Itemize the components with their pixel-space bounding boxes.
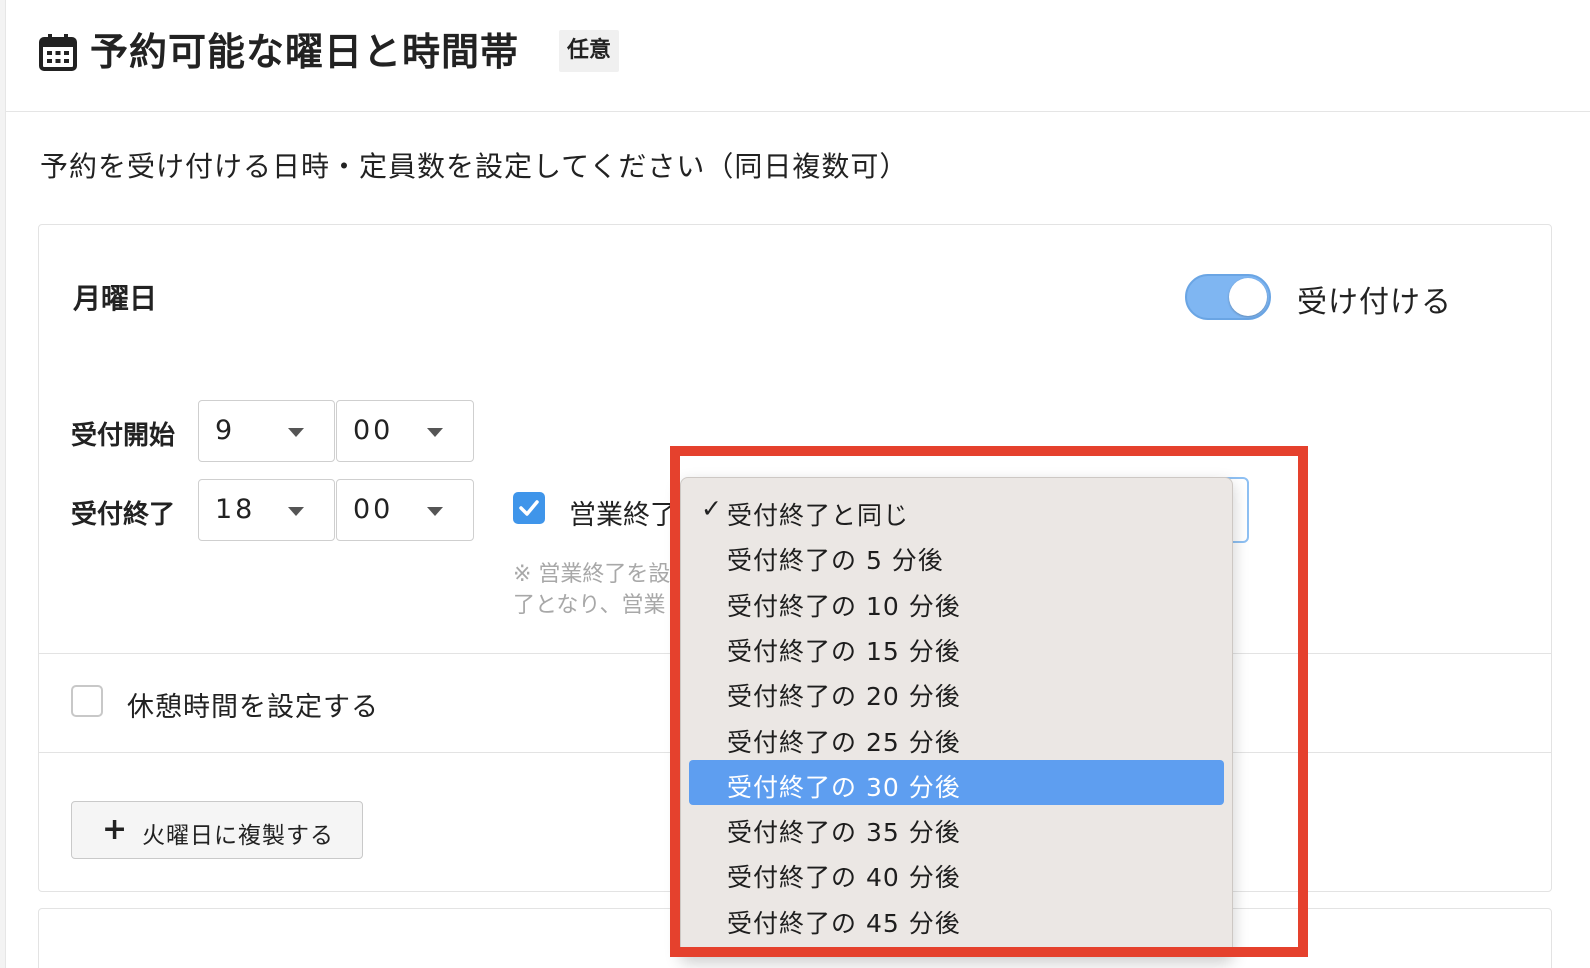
- day-title: 月曜日: [73, 282, 158, 315]
- start-label: 受付開始: [71, 421, 176, 451]
- calendar-icon: [39, 34, 77, 71]
- section-header: 予約可能な曜日と時間帯 任意: [6, 0, 1590, 112]
- start-hour-value: 9: [215, 415, 236, 446]
- left-edge: [0, 0, 6, 968]
- check-icon: [519, 500, 539, 516]
- copy-button-label: 火曜日に複製する: [142, 823, 334, 849]
- chevron-down-icon: [427, 428, 443, 437]
- accept-toggle[interactable]: [1185, 274, 1271, 320]
- business-end-checkbox[interactable]: [513, 492, 545, 524]
- chevron-down-icon: [288, 507, 304, 516]
- break-checkbox[interactable]: [71, 685, 103, 717]
- start-minute-value: 00: [353, 415, 394, 446]
- accept-toggle-label: 受け付ける: [1297, 285, 1452, 320]
- end-label: 受付終了: [71, 500, 176, 530]
- end-hour-value: 18: [215, 494, 256, 525]
- break-label: 休憩時間を設定する: [127, 692, 379, 723]
- end-minute-value: 00: [353, 494, 394, 525]
- start-hour-select[interactable]: 9: [198, 400, 335, 462]
- business-end-note: ※ 営業終了を設 了となり、営業: [513, 559, 673, 621]
- plus-icon: +: [102, 812, 128, 847]
- chevron-down-icon: [427, 507, 443, 516]
- page: 予約可能な曜日と時間帯 任意 予約を受け付ける日時・定員数を設定してください（同…: [0, 0, 1590, 968]
- optional-badge: 任意: [559, 30, 620, 72]
- toggle-knob: [1229, 278, 1267, 316]
- end-minute-select[interactable]: 00: [336, 479, 474, 541]
- start-minute-select[interactable]: 00: [336, 400, 474, 462]
- highlight-frame: [670, 446, 1308, 957]
- end-hour-select[interactable]: 18: [198, 479, 335, 541]
- chevron-down-icon: [288, 428, 304, 437]
- business-end-label: 営業終了: [569, 500, 677, 531]
- copy-to-tuesday-button[interactable]: + 火曜日に複製する: [71, 801, 363, 859]
- note-line: ※ 営業終了を設: [513, 562, 671, 587]
- section-description: 予約を受け付ける日時・定員数を設定してください（同日複数可）: [40, 150, 909, 183]
- page-title: 予約可能な曜日と時間帯: [90, 30, 520, 74]
- note-line: 了となり、営業: [513, 593, 666, 618]
